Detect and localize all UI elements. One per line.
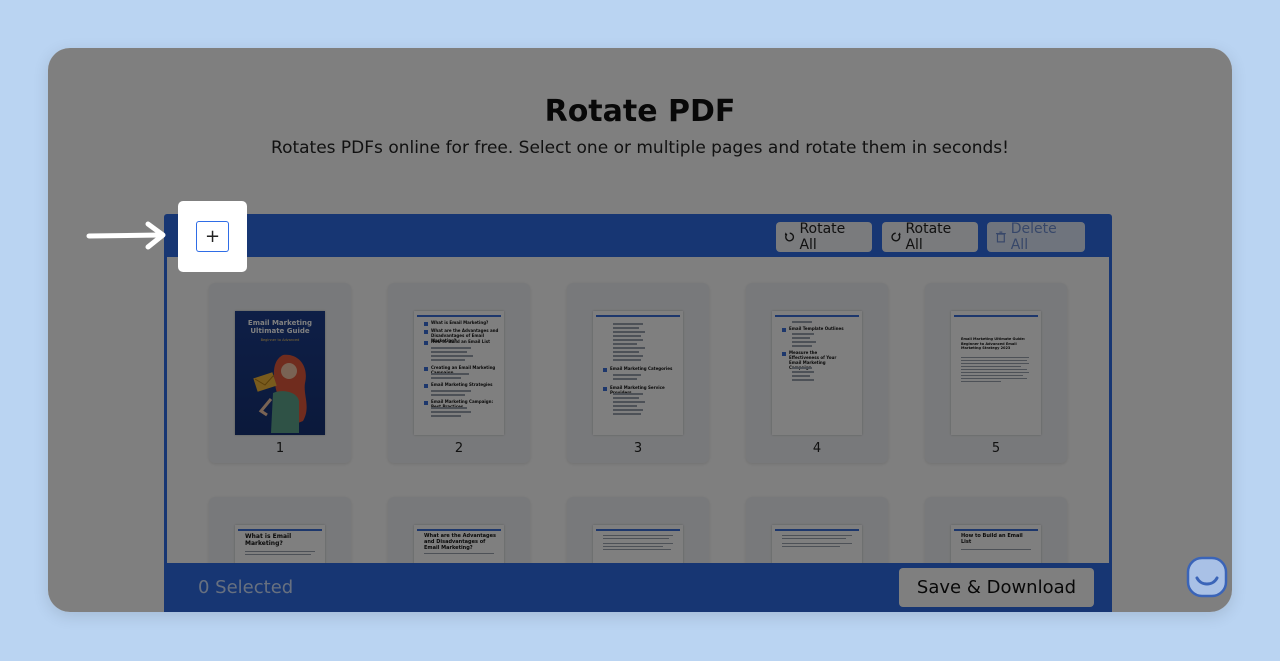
page-heading: Email Marketing Ultimate Guide: Beginner… bbox=[961, 337, 1026, 350]
toc-bullet bbox=[424, 384, 428, 388]
page-number: 4 bbox=[812, 441, 822, 456]
rotate-pdf-window: Rotate PDF Rotates PDFs online for free.… bbox=[48, 48, 1232, 612]
page-heading: What are the Advantages and Disadvantage… bbox=[424, 533, 496, 551]
delete-all-button[interactable]: Delete All bbox=[987, 221, 1085, 253]
toc-bullet bbox=[424, 401, 428, 405]
toc-bullet bbox=[782, 328, 786, 332]
page-thumbnail bbox=[593, 525, 683, 563]
page-number: 5 bbox=[991, 441, 1001, 456]
selected-count: 0 Selected bbox=[198, 577, 294, 598]
plus-icon: + bbox=[204, 225, 221, 247]
toc-bullet bbox=[782, 352, 786, 356]
toc-item: How to Build an Email List bbox=[431, 339, 491, 344]
add-button-inner: + bbox=[197, 222, 228, 251]
page-card[interactable]: What is Email Marketing? What are the Ad… bbox=[388, 283, 530, 463]
page-number: 1 bbox=[275, 441, 285, 456]
page-thumbnail: Email Marketing Ultimate Guide: Beginner… bbox=[951, 311, 1041, 435]
page-card[interactable]: What is Email Marketing? 6 bbox=[209, 497, 351, 563]
toc-item: Email Marketing Categories bbox=[610, 366, 673, 371]
page-thumbnail: Email Marketing Categories Email Marketi… bbox=[593, 311, 683, 435]
toc-item: Email Marketing Strategies bbox=[431, 382, 493, 387]
page-card[interactable]: Email Template Outlines Measure the Effe… bbox=[746, 283, 888, 463]
page-number: 3 bbox=[633, 441, 643, 456]
woman-envelope-illustration bbox=[253, 354, 307, 433]
toc-item: What is Email Marketing? bbox=[431, 320, 489, 325]
cover-subtitle: Beginner to Advanced bbox=[260, 338, 300, 342]
toc-bullet bbox=[424, 341, 428, 345]
arrow-right-icon bbox=[86, 221, 166, 250]
rotate-all-right-label: Rotate All bbox=[905, 221, 952, 253]
page-card[interactable]: How to Build an Email List 10 bbox=[925, 497, 1067, 563]
page-thumbnail: What is Email Marketing? What are the Ad… bbox=[414, 311, 504, 435]
cover-title: Email Marketing Ultimate Guide bbox=[247, 319, 313, 335]
rotate-all-right-button[interactable]: Rotate All bbox=[882, 221, 978, 253]
chat-smile-icon[interactable] bbox=[1186, 556, 1228, 598]
delete-all-label: Delete All bbox=[1010, 221, 1057, 253]
toc-bullet bbox=[603, 368, 607, 372]
page-card[interactable]: Email Marketing Ultimate Guide: Beginner… bbox=[925, 283, 1067, 463]
page-card[interactable]: 8 bbox=[567, 497, 709, 563]
page-card[interactable]: 9 bbox=[746, 497, 888, 563]
page-subtitle: Rotates PDFs online for free. Select one… bbox=[271, 138, 1009, 158]
page-card[interactable]: Email Marketing Categories Email Marketi… bbox=[567, 283, 709, 463]
page-title: Rotate PDF bbox=[544, 94, 736, 129]
toc-bullet bbox=[424, 367, 428, 371]
page-thumbnail: What are the Advantages and Disadvantage… bbox=[414, 525, 504, 563]
page-thumbnail: How to Build an Email List bbox=[951, 525, 1041, 563]
rotate-all-left-button[interactable]: Rotate All bbox=[776, 221, 872, 253]
editor-toolbar: Rotate All Rotate All Delete All bbox=[164, 214, 1112, 257]
page-heading: How to Build an Email List bbox=[961, 533, 1023, 545]
page-card[interactable]: Email Marketing Ultimate Guide Beginner … bbox=[209, 283, 351, 463]
toc-bullet bbox=[424, 322, 428, 326]
page-thumbnail: Email Marketing Ultimate Guide Beginner … bbox=[235, 311, 325, 435]
add-pages-button[interactable]: + bbox=[196, 221, 229, 252]
editor-footer: 0 Selected Save & Download bbox=[164, 563, 1112, 612]
pdf-editor-panel: Rotate All Rotate All Delete All Email M… bbox=[164, 214, 1112, 612]
toc-bullet bbox=[603, 387, 607, 391]
cover-image: Email Marketing Ultimate Guide Beginner … bbox=[235, 311, 325, 435]
page-thumbnail: What is Email Marketing? bbox=[235, 525, 325, 563]
page-heading: What is Email Marketing? bbox=[245, 533, 292, 547]
rotate-all-left-label: Rotate All bbox=[799, 221, 846, 253]
page-number: 2 bbox=[454, 441, 464, 456]
rotate-ccw-icon bbox=[784, 232, 795, 242]
toc-item: Email Template Outlines bbox=[789, 326, 844, 331]
page-thumbnail bbox=[772, 525, 862, 563]
toc-bullet bbox=[424, 330, 428, 334]
page-thumbnail: Email Template Outlines Measure the Effe… bbox=[772, 311, 862, 435]
save-download-button[interactable]: Save & Download bbox=[899, 568, 1094, 607]
trash-icon bbox=[995, 231, 1006, 243]
page-card[interactable]: What are the Advantages and Disadvantage… bbox=[388, 497, 530, 563]
rotate-cw-icon bbox=[891, 232, 901, 242]
page-thumbnail-grid[interactable]: Email Marketing Ultimate Guide Beginner … bbox=[167, 257, 1109, 563]
